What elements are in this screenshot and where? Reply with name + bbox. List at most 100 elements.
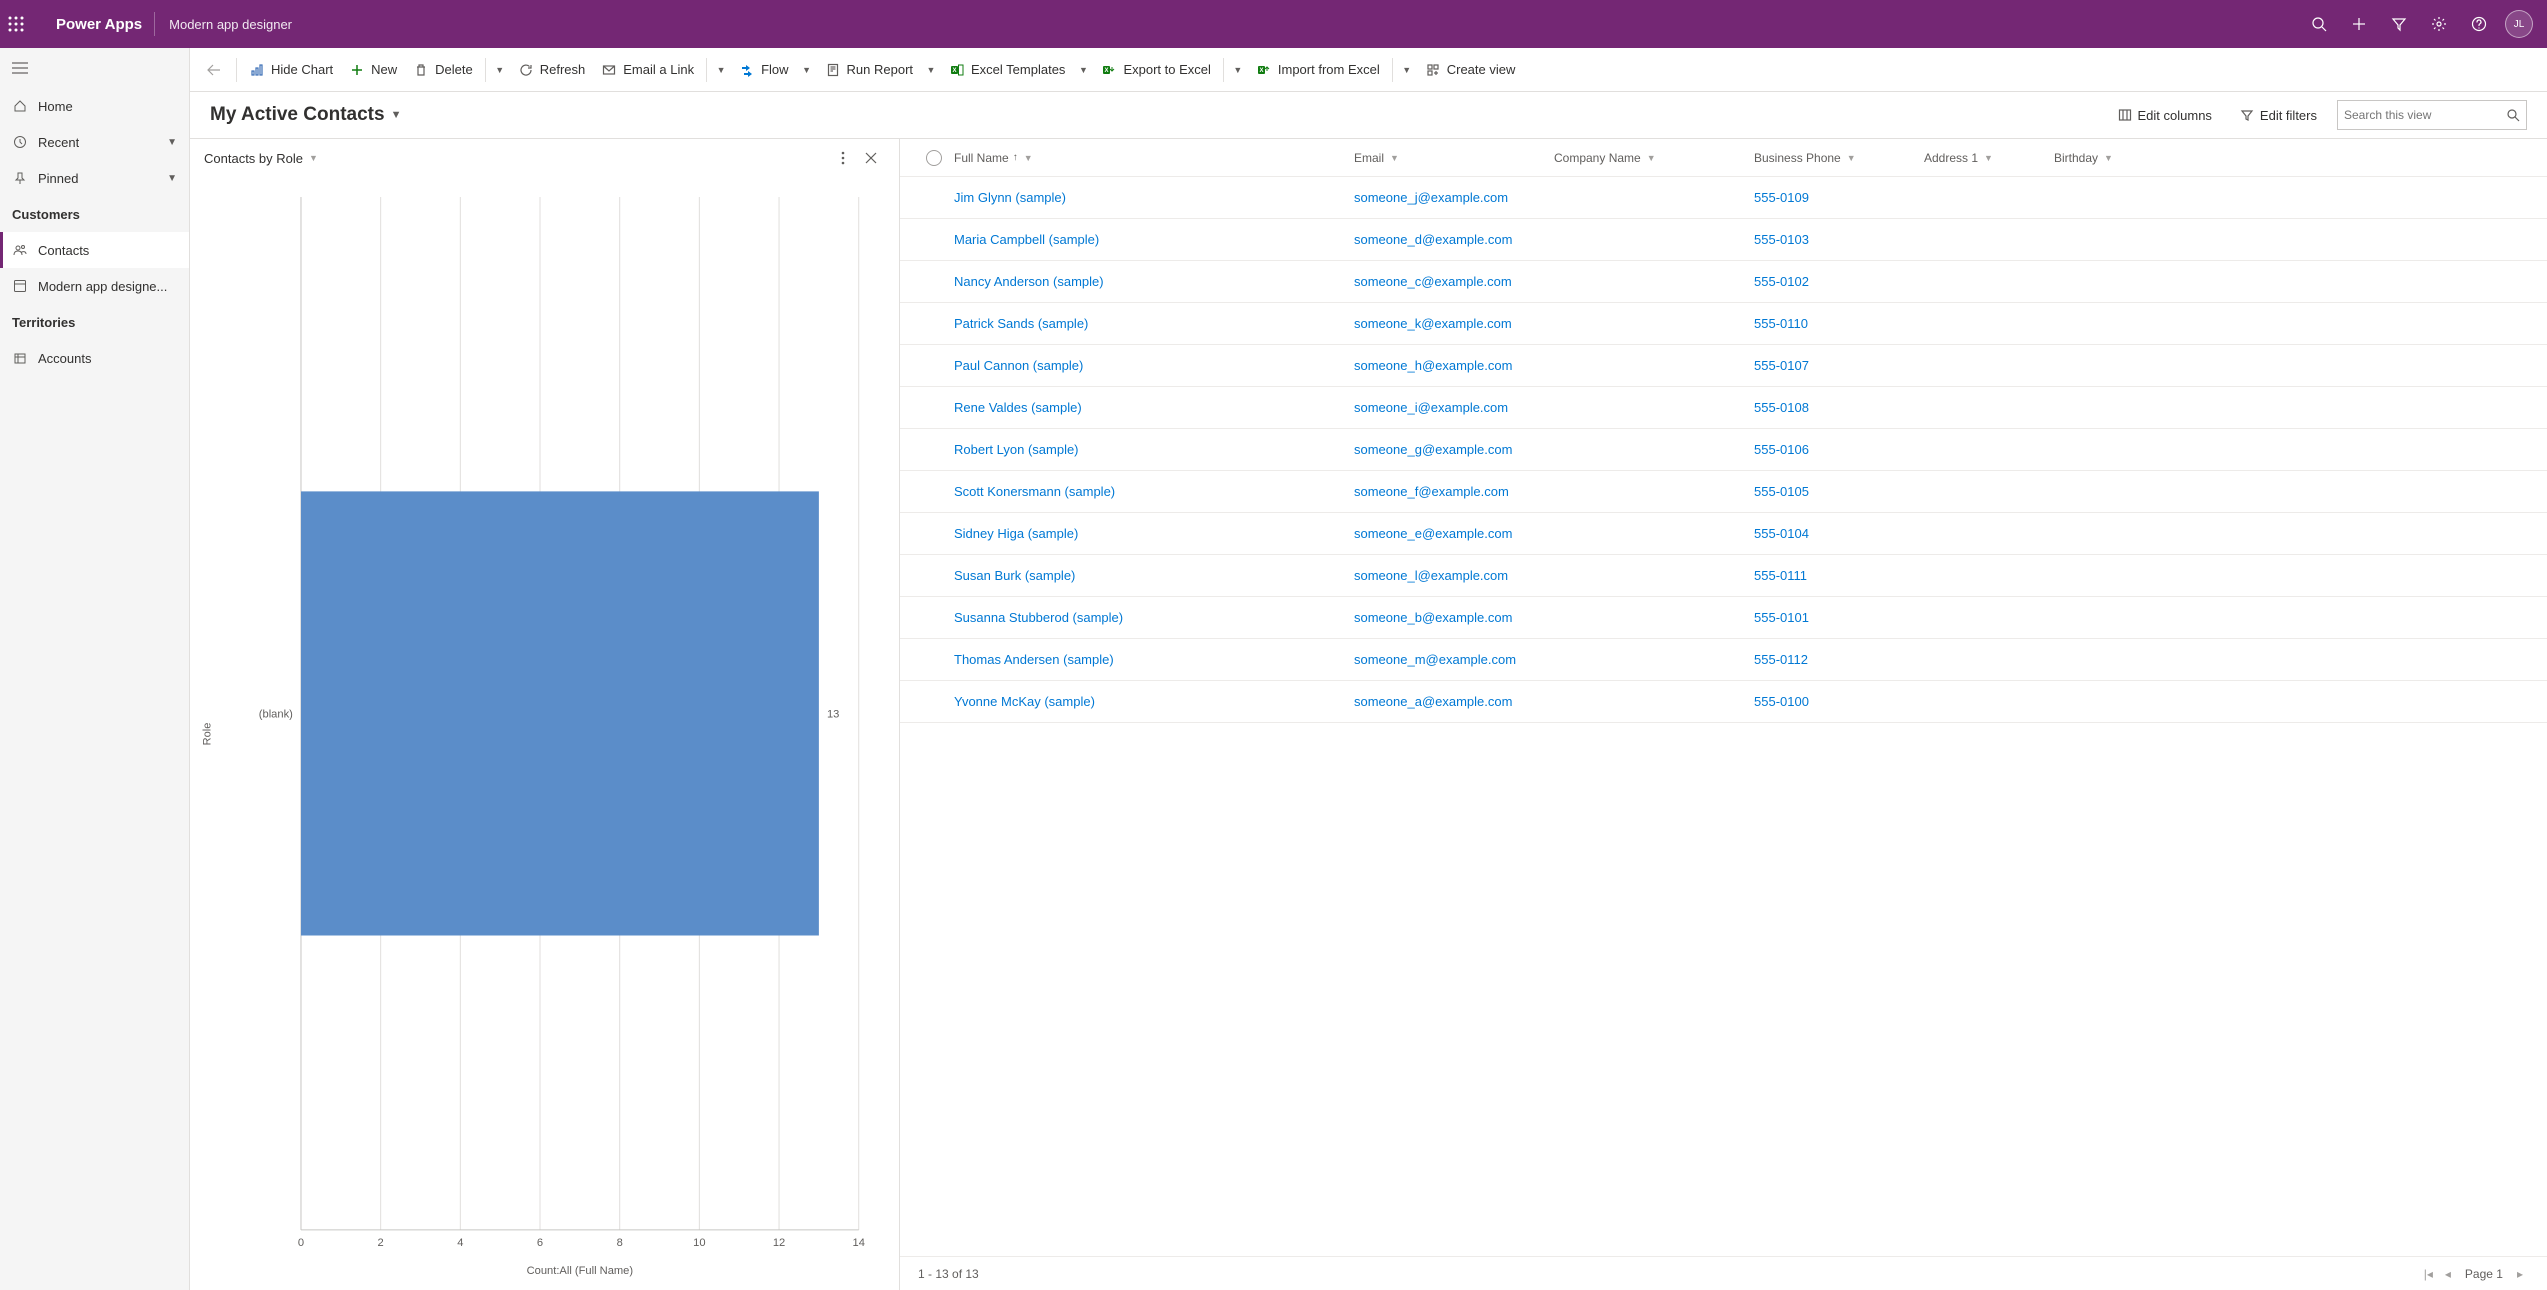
view-title-dropdown[interactable]: My Active Contacts▼ xyxy=(210,104,401,126)
contact-name-link[interactable]: Rene Valdes (sample) xyxy=(954,400,1082,415)
contact-email-link[interactable]: someone_h@example.com xyxy=(1354,358,1512,373)
table-row[interactable]: Maria Campbell (sample) someone_d@example… xyxy=(900,219,2547,261)
contact-name-link[interactable]: Robert Lyon (sample) xyxy=(954,442,1079,457)
table-row[interactable]: Susanna Stubberod (sample) someone_b@exam… xyxy=(900,597,2547,639)
column-header-phone[interactable]: Business Phone▼ xyxy=(1754,151,1924,165)
flow-dropdown[interactable]: ▼ xyxy=(797,52,817,88)
run-report-button[interactable]: Run Report xyxy=(817,52,921,88)
email-link-dropdown[interactable]: ▼ xyxy=(711,52,731,88)
contact-email-link[interactable]: someone_e@example.com xyxy=(1354,526,1512,541)
contact-phone-link[interactable]: 555-0105 xyxy=(1754,484,1809,499)
contact-phone-link[interactable]: 555-0103 xyxy=(1754,232,1809,247)
column-header-full-name[interactable]: Full Name↑▼ xyxy=(954,151,1354,165)
column-header-birthday[interactable]: Birthday▼ xyxy=(2054,151,2164,165)
contact-name-link[interactable]: Nancy Anderson (sample) xyxy=(954,274,1104,289)
contact-email-link[interactable]: someone_a@example.com xyxy=(1354,694,1512,709)
nav-accounts[interactable]: Accounts xyxy=(0,340,189,376)
run-report-dropdown[interactable]: ▼ xyxy=(921,52,941,88)
nav-recent[interactable]: Recent▼ xyxy=(0,124,189,160)
table-row[interactable]: Nancy Anderson (sample) someone_c@example… xyxy=(900,261,2547,303)
table-row[interactable]: Rene Valdes (sample) someone_i@example.co… xyxy=(900,387,2547,429)
export-excel-button[interactable]: XExport to Excel xyxy=(1093,52,1218,88)
contact-name-link[interactable]: Susanna Stubberod (sample) xyxy=(954,610,1123,625)
contact-email-link[interactable]: someone_d@example.com xyxy=(1354,232,1512,247)
user-avatar[interactable]: JL xyxy=(2499,0,2539,48)
export-excel-dropdown[interactable]: ▼ xyxy=(1228,52,1248,88)
table-row[interactable]: Patrick Sands (sample)someone_k@example.… xyxy=(900,303,2547,345)
contact-name-link[interactable]: Sidney Higa (sample) xyxy=(954,526,1078,541)
search-input[interactable] xyxy=(2344,108,2506,122)
contact-name-link[interactable]: Maria Campbell (sample) xyxy=(954,232,1099,247)
contact-email-link[interactable]: someone_i@example.com xyxy=(1354,400,1508,415)
contact-phone-link[interactable]: 555-0102 xyxy=(1754,274,1809,289)
contact-name-link[interactable]: Paul Cannon (sample) xyxy=(954,358,1083,373)
column-header-company[interactable]: Company Name▼ xyxy=(1554,151,1754,165)
column-header-email[interactable]: Email▼ xyxy=(1354,151,1554,165)
contact-name-link[interactable]: Scott Konersmann (sample) xyxy=(954,484,1115,499)
filter-icon[interactable] xyxy=(2379,0,2419,48)
app-name[interactable]: Modern app designer xyxy=(159,17,302,32)
add-icon[interactable] xyxy=(2339,0,2379,48)
excel-templates-dropdown[interactable]: ▼ xyxy=(1073,52,1093,88)
next-page-button[interactable]: ▸ xyxy=(2511,1267,2529,1281)
search-box[interactable] xyxy=(2337,100,2527,130)
app-launcher-icon[interactable] xyxy=(8,16,48,32)
import-excel-button[interactable]: XImport from Excel xyxy=(1248,52,1388,88)
contact-phone-link[interactable]: 555-0100 xyxy=(1754,694,1809,709)
nav-modern-app-designer[interactable]: Modern app designe... xyxy=(0,268,189,304)
prev-page-button[interactable]: ◂ xyxy=(2439,1267,2457,1281)
nav-pinned[interactable]: Pinned▼ xyxy=(0,160,189,196)
flow-button[interactable]: Flow xyxy=(731,52,796,88)
first-page-button[interactable]: |◂ xyxy=(2418,1267,2439,1281)
table-row[interactable]: Scott Konersmann (sample) someone_f@examp… xyxy=(900,471,2547,513)
import-excel-dropdown[interactable]: ▼ xyxy=(1397,52,1417,88)
contact-phone-link[interactable]: 555-0104 xyxy=(1754,526,1809,541)
settings-icon[interactable] xyxy=(2419,0,2459,48)
contact-phone-link[interactable]: 555-0111 xyxy=(1754,568,1807,583)
contact-email-link[interactable]: someone_j@example.com xyxy=(1354,190,1508,205)
contact-name-link[interactable]: Susan Burk (sample) xyxy=(954,568,1075,583)
delete-button[interactable]: Delete xyxy=(405,52,481,88)
edit-columns-button[interactable]: Edit columns xyxy=(2110,102,2220,129)
contact-name-link[interactable]: Thomas Andersen (sample) xyxy=(954,652,1114,667)
chart-title-dropdown[interactable]: Contacts by Role▼ xyxy=(204,151,318,166)
table-row[interactable]: Sidney Higa (sample) someone_e@example.co… xyxy=(900,513,2547,555)
refresh-button[interactable]: Refresh xyxy=(510,52,594,88)
nav-home[interactable]: Home xyxy=(0,88,189,124)
contact-email-link[interactable]: someone_f@example.com xyxy=(1354,484,1509,499)
create-view-button[interactable]: Create view xyxy=(1417,52,1524,88)
select-all-checkbox[interactable] xyxy=(914,150,954,166)
close-chart-button[interactable] xyxy=(857,144,885,172)
column-header-address[interactable]: Address 1▼ xyxy=(1924,151,2054,165)
contact-phone-link[interactable]: 555-0109 xyxy=(1754,190,1809,205)
table-row[interactable]: Robert Lyon (sample) someone_g@example.co… xyxy=(900,429,2547,471)
email-link-button[interactable]: Email a Link xyxy=(593,52,702,88)
contact-email-link[interactable]: someone_g@example.com xyxy=(1354,442,1512,457)
table-row[interactable]: Paul Cannon (sample) someone_h@example.co… xyxy=(900,345,2547,387)
contact-email-link[interactable]: someone_c@example.com xyxy=(1354,274,1512,289)
edit-filters-button[interactable]: Edit filters xyxy=(2232,102,2325,129)
contact-phone-link[interactable]: 555-0112 xyxy=(1754,652,1808,667)
table-row[interactable]: Thomas Andersen (sample)someone_m@exampl… xyxy=(900,639,2547,681)
hide-chart-button[interactable]: Hide Chart xyxy=(241,52,341,88)
contact-email-link[interactable]: someone_k@example.com xyxy=(1354,316,1512,331)
contact-email-link[interactable]: someone_b@example.com xyxy=(1354,610,1512,625)
contact-phone-link[interactable]: 555-0108 xyxy=(1754,400,1809,415)
table-row[interactable]: Susan Burk (sample)someone_l@example.com… xyxy=(900,555,2547,597)
new-button[interactable]: New xyxy=(341,52,405,88)
delete-dropdown[interactable]: ▼ xyxy=(490,52,510,88)
help-icon[interactable] xyxy=(2459,0,2499,48)
search-icon[interactable] xyxy=(2299,0,2339,48)
contact-phone-link[interactable]: 555-0107 xyxy=(1754,358,1809,373)
contact-phone-link[interactable]: 555-0101 xyxy=(1754,610,1809,625)
nav-contacts[interactable]: Contacts xyxy=(0,232,189,268)
contact-phone-link[interactable]: 555-0106 xyxy=(1754,442,1809,457)
contact-phone-link[interactable]: 555-0110 xyxy=(1754,316,1808,331)
contact-name-link[interactable]: Yvonne McKay (sample) xyxy=(954,694,1095,709)
chart-plot[interactable]: 0246810121413(blank)Count:All (Full Name… xyxy=(230,187,879,1280)
nav-collapse-button[interactable] xyxy=(0,48,189,88)
search-icon[interactable] xyxy=(2506,108,2520,122)
table-row[interactable]: Yvonne McKay (sample) someone_a@example.c… xyxy=(900,681,2547,723)
table-row[interactable]: Jim Glynn (sample)someone_j@example.com5… xyxy=(900,177,2547,219)
chart-more-button[interactable] xyxy=(829,144,857,172)
